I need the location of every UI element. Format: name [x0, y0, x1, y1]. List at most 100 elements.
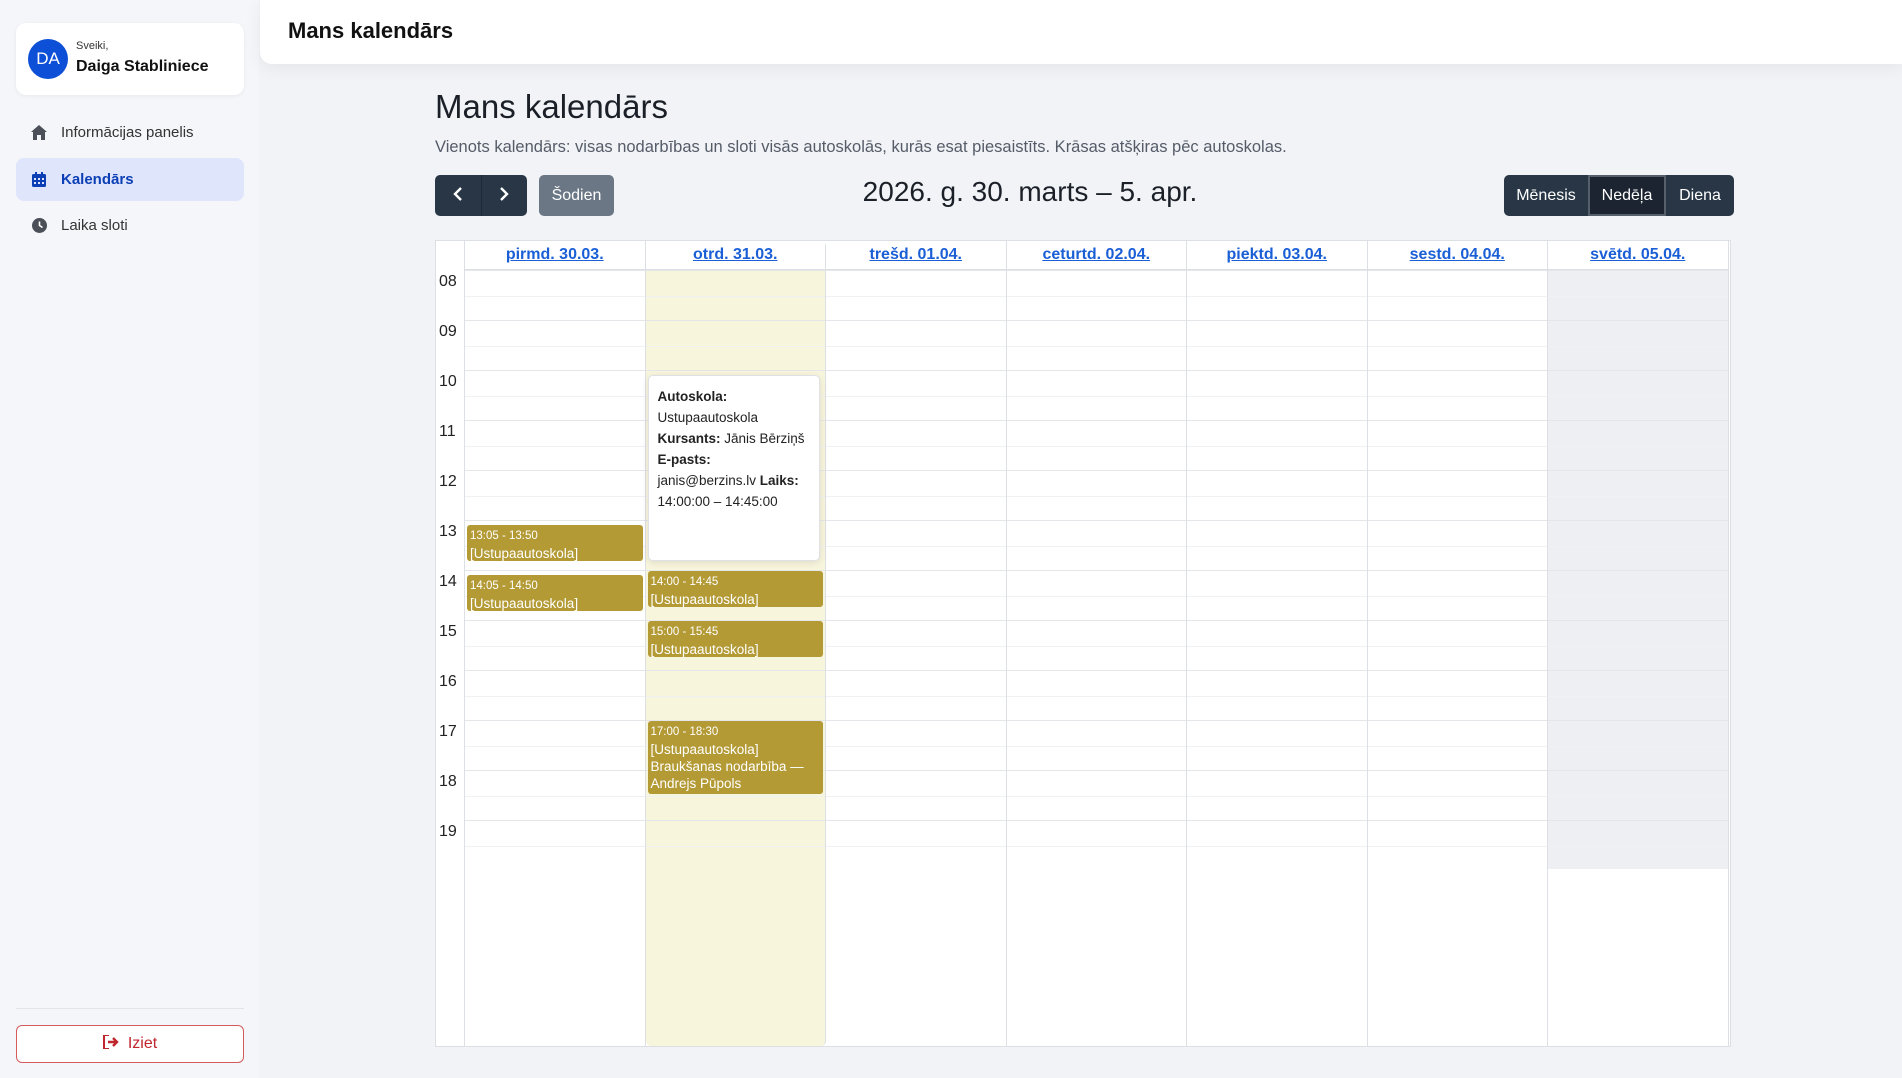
hour-slot[interactable] [826, 470, 1006, 520]
hour-slot[interactable] [1548, 820, 1728, 870]
hour-slot[interactable] [1367, 820, 1547, 870]
hour-slot[interactable] [465, 420, 645, 470]
hour-slot[interactable] [1548, 270, 1728, 320]
day-column[interactable]: trešd. 01.04. [826, 241, 1007, 1046]
hour-slot[interactable] [1367, 570, 1547, 620]
hour-slot[interactable] [1548, 470, 1728, 520]
hour-slot[interactable] [826, 670, 1006, 720]
next-week-button[interactable] [482, 175, 528, 216]
hour-slot[interactable] [645, 670, 825, 720]
hour-slot[interactable] [645, 820, 825, 870]
hour-slot[interactable] [1006, 820, 1186, 870]
hour-slot[interactable] [1367, 670, 1547, 720]
hour-slot[interactable] [1548, 720, 1728, 770]
hour-slot[interactable] [1187, 720, 1367, 770]
sidebar-item-dashboard[interactable]: Informācijas panelis [16, 111, 244, 154]
calendar-event[interactable]: 14:00 - 14:45 [Ustupaautoskola] [647, 571, 823, 607]
hour-slot[interactable] [1006, 470, 1186, 520]
view-week-button[interactable]: Nedēļa [1588, 175, 1666, 216]
hour-slot[interactable] [1548, 620, 1728, 670]
hour-slot[interactable] [1548, 370, 1728, 420]
hour-slot[interactable] [1367, 620, 1547, 670]
hour-slot[interactable] [1548, 420, 1728, 470]
hour-slot[interactable] [465, 470, 645, 520]
hour-slot[interactable] [1187, 570, 1367, 620]
hour-slot[interactable] [826, 570, 1006, 620]
calendar-event[interactable]: 14:05 - 14:50 [Ustupaautoskola] [467, 575, 643, 611]
day-column[interactable]: sestd. 04.04. [1367, 241, 1548, 1046]
view-month-button[interactable]: Mēnesis [1504, 175, 1588, 216]
hour-slot[interactable] [1187, 270, 1367, 320]
hour-slot[interactable] [1367, 520, 1547, 570]
day-header-link[interactable]: ceturtd. 02.04. [1042, 246, 1150, 264]
day-column[interactable]: svētd. 05.04. [1548, 241, 1729, 1046]
hour-slot[interactable] [1006, 420, 1186, 470]
hour-slot[interactable] [465, 770, 645, 820]
hour-slot[interactable] [1548, 670, 1728, 720]
hour-slot[interactable] [826, 720, 1006, 770]
hour-slot[interactable] [826, 420, 1006, 470]
sidebar-item-time-slots[interactable]: Laika sloti [16, 204, 244, 247]
hour-slot[interactable] [1187, 470, 1367, 520]
hour-slot[interactable] [1006, 270, 1186, 320]
hour-slot[interactable] [1187, 420, 1367, 470]
day-column[interactable]: pirmd. 30.03. 13:05 - 13:50 [Ustupaautosko… [465, 241, 646, 1046]
hour-slot[interactable] [465, 320, 645, 370]
hour-slot[interactable] [1548, 520, 1728, 570]
view-day-button[interactable]: Diena [1666, 175, 1734, 216]
calendar-event[interactable]: 15:00 - 15:45 [Ustupaautoskola] [647, 621, 823, 657]
day-column[interactable]: piektd. 03.04. [1187, 241, 1368, 1046]
hour-slot[interactable] [826, 520, 1006, 570]
hour-slot[interactable] [1367, 370, 1547, 420]
hour-slot[interactable] [1187, 620, 1367, 670]
today-button[interactable]: Šodien [539, 175, 614, 216]
hour-slot[interactable] [645, 270, 825, 320]
hour-slot[interactable] [1367, 320, 1547, 370]
hour-slot[interactable] [1367, 470, 1547, 520]
hour-slot[interactable] [465, 620, 645, 670]
hour-slot[interactable] [826, 320, 1006, 370]
hour-slot[interactable] [1006, 570, 1186, 620]
hour-slot[interactable] [465, 820, 645, 870]
hour-slot[interactable] [1367, 720, 1547, 770]
hour-slot[interactable] [1006, 320, 1186, 370]
hour-slot[interactable] [1006, 370, 1186, 420]
hour-slot[interactable] [465, 270, 645, 320]
day-column[interactable]: ceturtd. 02.04. [1006, 241, 1187, 1046]
hour-slot[interactable] [826, 270, 1006, 320]
hour-slot[interactable] [1006, 620, 1186, 670]
hour-slot[interactable] [1548, 570, 1728, 620]
hour-slot[interactable] [1187, 820, 1367, 870]
hour-slot[interactable] [826, 770, 1006, 820]
day-header-link[interactable]: otrd. 31.03. [693, 246, 777, 264]
hour-slot[interactable] [465, 370, 645, 420]
day-header-link[interactable]: sestd. 04.04. [1410, 246, 1505, 264]
hour-slot[interactable] [1367, 270, 1547, 320]
prev-week-button[interactable] [435, 175, 482, 216]
day-column[interactable]: otrd. 31.03. 14:00 - 14:45 [Ustupaautoskol… [645, 241, 826, 1046]
hour-slot[interactable] [1548, 320, 1728, 370]
hour-slot[interactable] [1187, 320, 1367, 370]
day-header-link[interactable]: trešd. 01.04. [870, 246, 963, 264]
hour-slot[interactable] [1006, 670, 1186, 720]
hour-slot[interactable] [826, 620, 1006, 670]
hour-slot[interactable] [1367, 420, 1547, 470]
logout-button[interactable]: Iziet [16, 1025, 244, 1063]
hour-slot[interactable] [1187, 370, 1367, 420]
day-header-link[interactable]: svētd. 05.04. [1590, 246, 1685, 264]
calendar-event[interactable]: 17:00 - 18:30 [Ustupaautoskola] Braukšana… [647, 721, 823, 794]
calendar-event[interactable]: 13:05 - 13:50 [Ustupaautoskola] [467, 525, 643, 561]
hour-slot[interactable] [645, 320, 825, 370]
hour-slot[interactable] [1187, 520, 1367, 570]
hour-slot[interactable] [1187, 770, 1367, 820]
hour-slot[interactable] [1367, 770, 1547, 820]
hour-slot[interactable] [1548, 770, 1728, 820]
day-header-link[interactable]: piektd. 03.04. [1227, 246, 1328, 264]
hour-slot[interactable] [1006, 720, 1186, 770]
hour-slot[interactable] [465, 670, 645, 720]
hour-slot[interactable] [1006, 770, 1186, 820]
hour-slot[interactable] [1006, 520, 1186, 570]
sidebar-item-calendar[interactable]: Kalendārs [16, 158, 244, 201]
hour-slot[interactable] [826, 370, 1006, 420]
day-header-link[interactable]: pirmd. 30.03. [506, 246, 604, 264]
